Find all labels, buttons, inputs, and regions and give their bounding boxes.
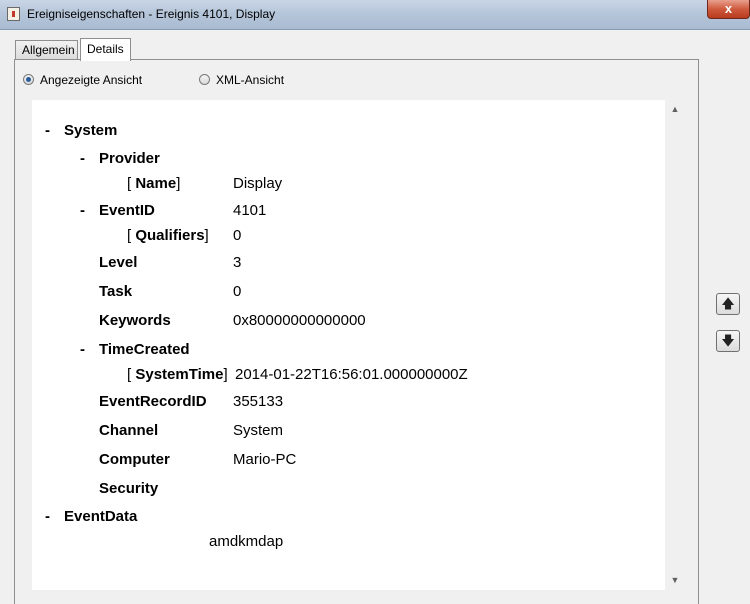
task-value: 0 [233,283,242,300]
window-title: Ereigniseigenschaften - Ereignis 4101, D… [27,7,276,21]
bracket-close: ] [176,175,181,192]
bracket-close: ] [223,366,228,383]
attribute-systemtime-label: SystemTime [135,366,224,383]
close-button[interactable]: x [707,0,750,19]
keywords-value: 0x80000000000000 [233,312,366,329]
bracket-close: ] [204,227,209,244]
attribute-qualifiers-label: Qualifiers [135,227,205,244]
scroll-down-arrow-icon[interactable]: ▼ [670,575,680,585]
systemtime-value: 2014-01-22T16:56:01.000000000Z [235,366,468,383]
bracket-open: [ [127,227,132,244]
tree-node-channel: Channel [99,422,159,439]
tree-node-level: Level [99,254,138,271]
event-properties-icon [7,7,20,21]
attribute-systemtime: [ SystemTime] [127,365,228,385]
tree-toggle-timecreated[interactable]: - [80,340,85,360]
tree-node-provider: Provider [99,150,160,167]
tree-toggle-system[interactable]: - [45,121,50,141]
tree-toggle-provider[interactable]: - [80,149,85,169]
tree-node-computer: Computer [99,451,170,468]
tree-node-task: Task [99,283,133,300]
next-event-button[interactable]: 🡇 [716,330,740,352]
window-title-bar: Ereigniseigenschaften - Ereignis 4101, D… [0,0,750,30]
qualifiers-value: 0 [233,227,242,244]
tree-toggle-eventid[interactable]: - [80,201,85,221]
scroll-up-arrow-icon[interactable]: ▲ [670,104,680,114]
tab-general[interactable]: Allgemein [15,40,78,59]
eventdata-value: amdkmdap [209,533,284,550]
arrow-up-icon: 🡅 [721,296,735,311]
provider-name-value: Display [233,175,283,192]
tree-node-eventid: EventID [99,202,155,219]
eventid-value: 4101 [233,202,267,219]
attribute-name: [ Name] [127,174,180,194]
radio-xml-view[interactable]: XML-Ansicht [199,73,284,87]
tree-node-system: System [64,122,118,139]
tree-toggle-eventdata[interactable]: - [45,507,50,527]
computer-value: Mario-PC [233,451,297,468]
tree-node-keywords: Keywords [99,312,171,329]
radio-button-unchecked[interactable] [199,74,210,85]
bracket-open: [ [127,366,132,383]
tree-node-eventrecordid: EventRecordID [99,393,207,410]
radio-friendly-label: Angezeigte Ansicht [40,73,143,87]
radio-button-checked[interactable] [23,74,34,85]
vertical-scrollbar[interactable] [665,100,685,590]
attribute-qualifiers: [ Qualifiers] [127,226,209,246]
arrow-down-icon: 🡇 [721,333,735,348]
previous-event-button[interactable]: 🡅 [716,293,740,315]
attribute-name-label: Name [135,175,177,192]
tree-node-security: Security [99,480,159,497]
tree-node-eventdata: EventData [64,508,138,525]
channel-value: System [233,422,284,439]
tree-node-timecreated: TimeCreated [99,341,190,358]
radio-friendly-view[interactable]: Angezeigte Ansicht [23,73,142,87]
level-value: 3 [233,254,242,271]
bracket-open: [ [127,175,132,192]
eventrecordid-value: 355133 [233,393,284,410]
radio-xml-label: XML-Ansicht [216,73,285,87]
tab-details[interactable]: Details [80,38,131,61]
